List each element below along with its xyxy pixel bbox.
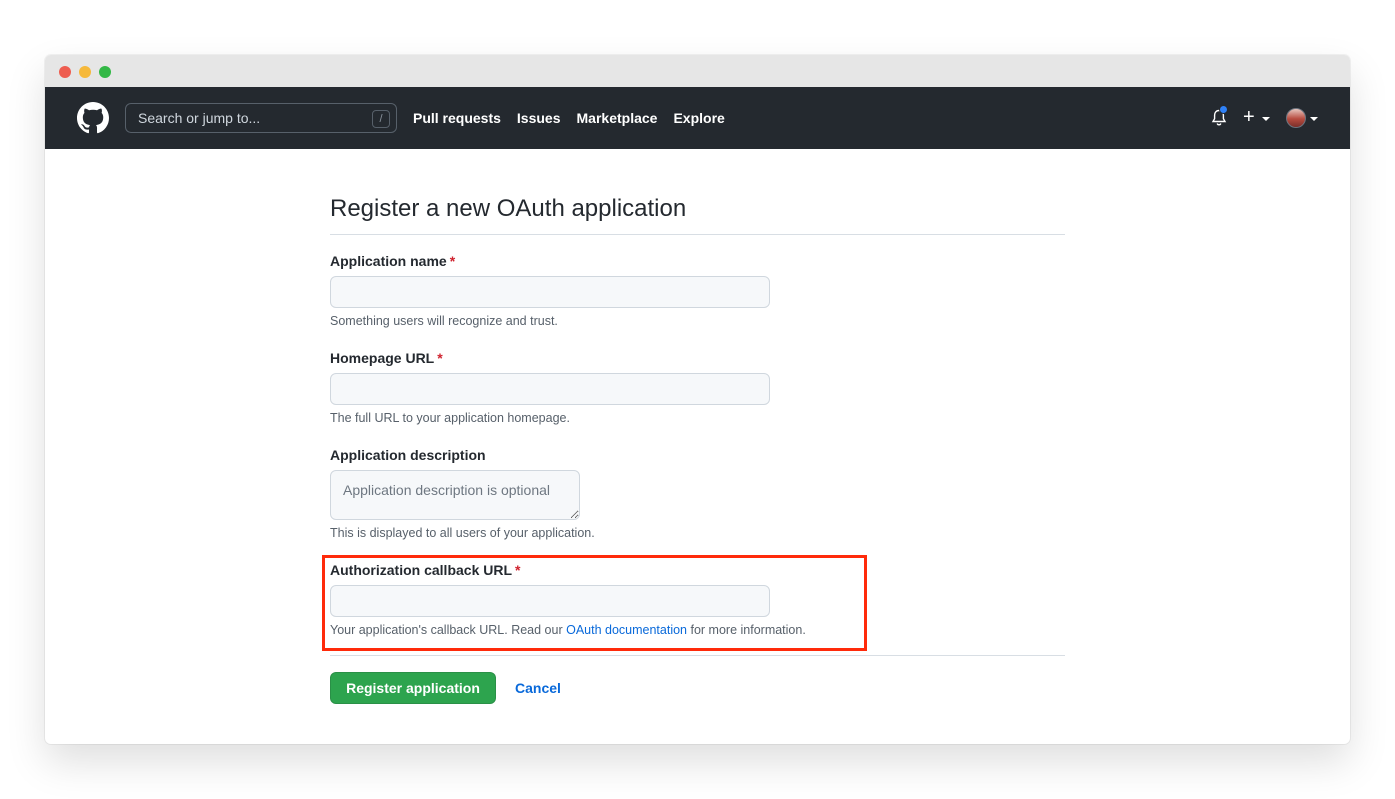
oauth-documentation-link[interactable]: OAuth documentation [566, 623, 687, 637]
main-nav: Pull requests Issues Marketplace Explore [413, 110, 725, 126]
callback-help-prefix: Your application's callback URL. Read ou… [330, 623, 567, 637]
app-name-group: Application name * Something users will r… [330, 253, 770, 328]
nav-marketplace[interactable]: Marketplace [577, 110, 658, 126]
search-shortcut-hint: / [372, 110, 390, 128]
create-new-plus-icon[interactable]: + [1243, 107, 1255, 127]
notification-indicator [1219, 105, 1228, 114]
description-textarea[interactable] [330, 470, 580, 520]
homepage-url-label-text: Homepage URL [330, 350, 435, 366]
chevron-down-icon[interactable] [1310, 117, 1318, 121]
github-logo-icon[interactable] [77, 102, 109, 134]
minimize-window-button[interactable] [79, 66, 91, 78]
app-name-input[interactable] [330, 276, 770, 308]
nav-issues[interactable]: Issues [517, 110, 561, 126]
description-label: Application description [330, 447, 486, 463]
browser-window: / Pull requests Issues Marketplace Explo… [45, 55, 1350, 744]
cancel-link[interactable]: Cancel [515, 680, 561, 696]
required-marker: * [515, 562, 521, 578]
homepage-url-input[interactable] [330, 373, 770, 405]
required-marker: * [449, 253, 456, 269]
callback-help-suffix: for more information. [687, 623, 806, 637]
search-box[interactable]: / [125, 103, 397, 133]
callback-url-input[interactable] [330, 585, 770, 617]
register-application-button[interactable]: Register application [330, 672, 496, 704]
app-name-label: Application name * [330, 253, 770, 269]
callback-url-group: Authorization callback URL * Your applica… [330, 562, 806, 637]
oauth-form-container: Register a new OAuth application Applica… [330, 149, 1065, 704]
homepage-url-label: Homepage URL * [330, 350, 770, 366]
user-avatar[interactable] [1286, 108, 1306, 128]
description-group: Application description This is displaye… [330, 447, 595, 540]
nav-pull-requests[interactable]: Pull requests [413, 110, 501, 126]
callback-url-label: Authorization callback URL * [330, 562, 806, 578]
homepage-url-help: The full URL to your application homepag… [330, 411, 570, 425]
window-titlebar [45, 55, 1350, 87]
maximize-window-button[interactable] [99, 66, 111, 78]
nav-explore[interactable]: Explore [673, 110, 724, 126]
page-title: Register a new OAuth application [330, 195, 687, 222]
app-name-label-text: Application name [330, 253, 447, 269]
required-marker: * [437, 350, 443, 366]
chevron-down-icon[interactable] [1262, 117, 1270, 121]
callback-url-label-text: Authorization callback URL [330, 562, 513, 578]
title-divider [330, 234, 1065, 235]
close-window-button[interactable] [59, 66, 71, 78]
actions-divider [330, 655, 1065, 656]
callback-url-help: Your application's callback URL. Read ou… [330, 623, 806, 637]
app-name-help: Something users will recognize and trust… [330, 314, 558, 328]
description-help: This is displayed to all users of your a… [330, 526, 595, 540]
top-navbar: / Pull requests Issues Marketplace Explo… [45, 87, 1350, 149]
homepage-url-group: Homepage URL * The full URL to your appli… [330, 350, 770, 425]
search-input[interactable] [126, 104, 396, 132]
